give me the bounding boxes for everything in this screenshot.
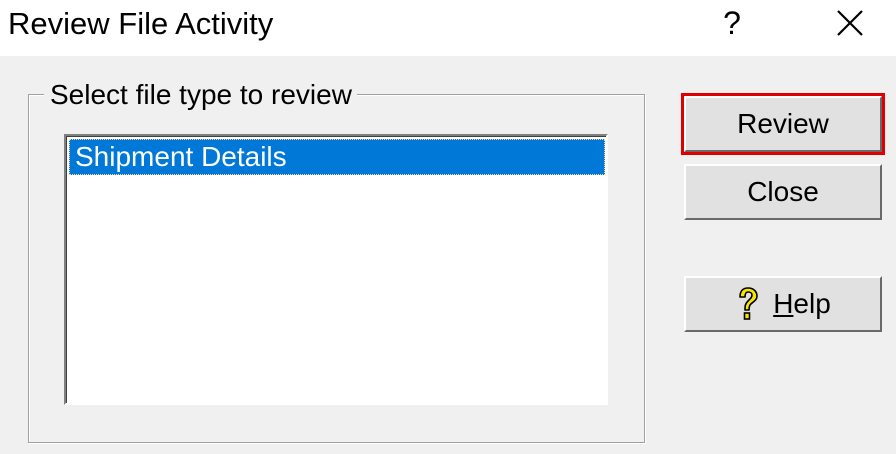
window-title: Review File Activity: [8, 6, 274, 41]
review-button[interactable]: Review: [681, 93, 885, 155]
list-item-shipment-details[interactable]: Shipment Details: [69, 139, 605, 175]
window-close-button[interactable]: [820, 0, 880, 46]
file-type-listbox[interactable]: Shipment Details: [64, 134, 608, 405]
title-bar: Review File Activity ?: [0, 0, 896, 56]
close-icon: [837, 10, 863, 36]
help-label-rest: elp: [793, 288, 831, 319]
help-mnemonic: H: [773, 288, 794, 319]
help-button-label: Help: [773, 288, 831, 320]
question-mark-icon: [739, 287, 758, 320]
help-button[interactable]: Help: [684, 276, 882, 332]
close-button[interactable]: Close: [684, 164, 882, 220]
context-help-button[interactable]: ?: [702, 0, 762, 46]
help-button-content: Help: [735, 286, 831, 322]
groupbox-legend: Select file type to review: [44, 78, 357, 112]
